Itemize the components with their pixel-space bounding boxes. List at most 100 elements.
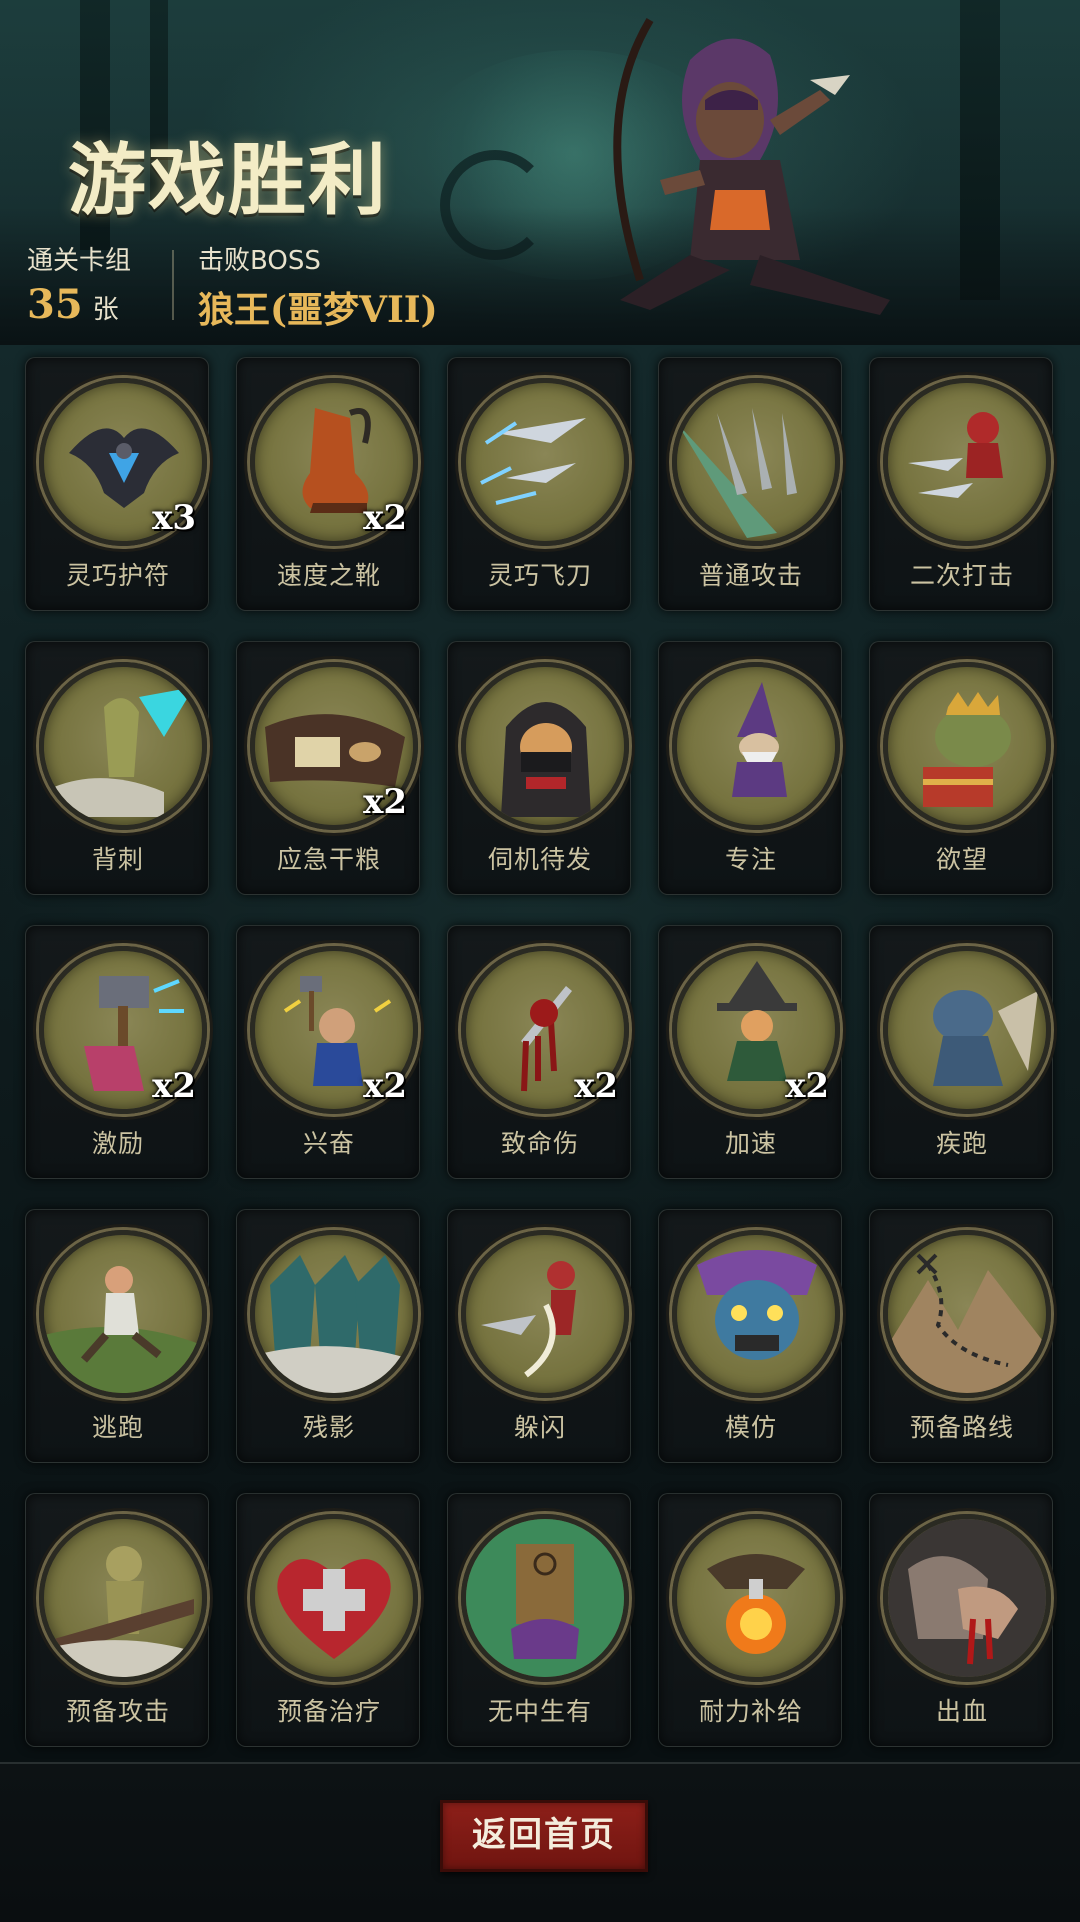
card[interactable]: 普通攻击 — [658, 357, 842, 611]
card-name: 二次打击 — [909, 561, 1014, 590]
card-art — [461, 1230, 629, 1398]
card[interactable]: 无中生有 — [447, 1493, 631, 1747]
card-name: 模仿 — [724, 1413, 777, 1442]
card-art — [883, 1514, 1051, 1682]
card[interactable]: 残影 — [236, 1209, 420, 1463]
card[interactable]: 逃跑 — [25, 1209, 209, 1463]
card-art — [461, 662, 629, 830]
card[interactable]: 专注 — [658, 641, 842, 895]
card-art — [672, 1230, 840, 1398]
card-name: 躲闪 — [513, 1413, 566, 1442]
wizard-icon — [732, 682, 787, 797]
card[interactable]: 灵巧飞刀 — [447, 357, 631, 611]
stat-divider — [172, 250, 174, 320]
puppet-icon — [44, 1546, 202, 1677]
card-name: 预备路线 — [909, 1413, 1014, 1442]
card-art — [39, 1230, 207, 1398]
bleeding-hand-icon — [888, 1519, 1046, 1677]
card-name: 背刺 — [91, 845, 144, 874]
card-count: x2 — [574, 1066, 618, 1106]
afterimage-icon — [255, 1255, 413, 1393]
card-name: 伺机待发 — [487, 845, 592, 874]
card-count: x2 — [785, 1066, 829, 1106]
card[interactable]: 耐力补给 — [658, 1493, 842, 1747]
return-home-button[interactable]: 返回首页 — [440, 1800, 648, 1872]
card-name: 致命伤 — [500, 1129, 579, 1158]
card[interactable]: 伺机待发 — [447, 641, 631, 895]
card-art — [883, 662, 1051, 830]
card[interactable]: 预备攻击 — [25, 1493, 209, 1747]
deck-unit: 张 — [92, 295, 119, 325]
card[interactable]: 模仿 — [658, 1209, 842, 1463]
card-name: 普通攻击 — [698, 561, 803, 590]
card-name: 耐力补给 — [698, 1697, 803, 1726]
double-strike-icon — [908, 412, 1003, 498]
card[interactable]: x2 速度之靴 — [236, 357, 420, 611]
card-art — [461, 378, 629, 546]
card[interactable]: x3 灵巧护符 — [25, 357, 209, 611]
card-name: 专注 — [724, 845, 777, 874]
card-count: x2 — [363, 1066, 407, 1106]
card-count: x2 — [363, 498, 407, 538]
hooded-ninja-icon — [501, 702, 591, 817]
goblin-mask-icon — [697, 1250, 817, 1360]
card-art — [883, 1230, 1051, 1398]
card-count: x2 — [363, 782, 407, 822]
card-name: 应急干粮 — [276, 845, 381, 874]
card-art — [250, 1514, 418, 1682]
card[interactable]: 躲闪 — [447, 1209, 631, 1463]
card[interactable]: x2 加速 — [658, 925, 842, 1179]
card[interactable]: x2 兴奋 — [236, 925, 420, 1179]
flying-knife-icon — [480, 418, 586, 505]
card-name: 灵巧飞刀 — [487, 561, 592, 590]
boss-label: 击败BOSS — [198, 246, 321, 276]
card-name: 出血 — [935, 1697, 988, 1726]
toad-king-icon — [923, 692, 1011, 807]
running-beast-icon — [933, 990, 1038, 1086]
deck-stat: 通关卡组 35 张 — [27, 240, 131, 328]
map-route-icon — [888, 1253, 1046, 1393]
card-art — [461, 1514, 629, 1682]
card-name: 残影 — [302, 1413, 355, 1442]
deck-label: 通关卡组 — [27, 246, 132, 276]
heart-cross-icon — [277, 1559, 391, 1659]
card-name: 灵巧护符 — [65, 561, 170, 590]
card-grid: x3 灵巧护符 x2 速度之靴 灵巧飞刀 普通攻击 二次打击 背刺 x2 应急干… — [25, 357, 1055, 1747]
card[interactable]: 欲望 — [869, 641, 1053, 895]
card-name: 激励 — [91, 1129, 144, 1158]
dodge-icon — [481, 1261, 576, 1378]
card-name: 加速 — [724, 1129, 777, 1158]
card[interactable]: x2 应急干粮 — [236, 641, 420, 895]
card-art — [672, 1514, 840, 1682]
boss-stat: 击败BOSS 狼王(噩梦VII) — [198, 240, 438, 333]
card-art — [672, 378, 840, 546]
card[interactable]: x2 激励 — [25, 925, 209, 1179]
card[interactable]: 预备路线 — [869, 1209, 1053, 1463]
potion-bird-icon — [707, 1554, 805, 1654]
card[interactable]: 背刺 — [25, 641, 209, 895]
backstab-icon — [54, 687, 194, 817]
card[interactable]: 二次打击 — [869, 357, 1053, 611]
card[interactable]: 疾跑 — [869, 925, 1053, 1179]
totem-icon — [466, 1519, 624, 1677]
card-name: 疾跑 — [935, 1129, 988, 1158]
card-name: 兴奋 — [302, 1129, 355, 1158]
archer-hero-icon — [613, 17, 890, 315]
boss-name: 狼王(噩梦VII) — [198, 289, 438, 331]
card-name: 欲望 — [935, 845, 988, 874]
card-art — [672, 662, 840, 830]
card-name: 预备攻击 — [65, 1697, 170, 1726]
fleeing-man-icon — [44, 1266, 202, 1393]
page-title: 游戏胜利 — [68, 135, 389, 226]
card-name: 速度之靴 — [276, 561, 381, 590]
card-art — [39, 662, 207, 830]
card-count: x2 — [152, 1066, 196, 1106]
card-name: 无中生有 — [487, 1697, 592, 1726]
card[interactable]: x2 致命伤 — [447, 925, 631, 1179]
card-art — [250, 1230, 418, 1398]
card-name: 逃跑 — [91, 1413, 144, 1442]
card[interactable]: 出血 — [869, 1493, 1053, 1747]
card-art — [883, 946, 1051, 1114]
card[interactable]: 预备治疗 — [236, 1493, 420, 1747]
card-art — [883, 378, 1051, 546]
